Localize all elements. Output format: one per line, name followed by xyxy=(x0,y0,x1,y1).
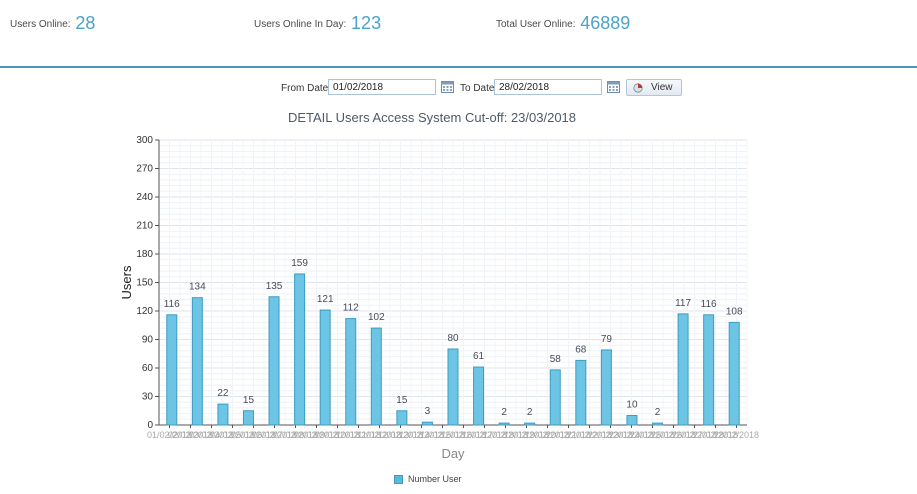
bar-value-label: 121 xyxy=(317,294,334,305)
calendar-icon[interactable] xyxy=(441,81,454,93)
users-online-day-label: Users Online In Day: xyxy=(254,19,347,30)
bar xyxy=(242,410,254,426)
calendar-icon[interactable] xyxy=(607,81,620,93)
bar xyxy=(191,297,203,426)
bar xyxy=(728,321,740,426)
bar-value-label: 159 xyxy=(291,258,308,269)
bar xyxy=(498,422,510,426)
date-filter-bar: From Date To Date View xyxy=(0,78,917,98)
bar xyxy=(217,403,229,426)
bar-value-label: 102 xyxy=(368,312,385,323)
bar-value-label: 15 xyxy=(396,395,408,406)
chart-legend[interactable]: Number User xyxy=(394,474,462,484)
bar xyxy=(396,410,408,426)
y-tick-label: 150 xyxy=(136,278,153,289)
total-user-online-value: 46889 xyxy=(580,13,631,33)
bar xyxy=(294,273,306,426)
y-tick-label: 60 xyxy=(142,363,154,374)
bar xyxy=(268,296,280,426)
users-online-label: Users Online: xyxy=(10,19,71,30)
bar-value-label: 135 xyxy=(266,281,283,292)
header-divider xyxy=(0,66,917,68)
y-tick-label: 270 xyxy=(136,164,153,175)
bar-value-label: 134 xyxy=(189,282,206,293)
view-button[interactable]: View xyxy=(626,79,682,96)
bar xyxy=(473,366,485,426)
bar xyxy=(345,318,357,426)
x-tick-label: 28/02/2018 xyxy=(714,430,759,440)
chart-pie-icon xyxy=(633,82,643,93)
y-axis-title: Users xyxy=(119,265,134,299)
to-date-input[interactable] xyxy=(494,79,602,95)
chart-title: DETAIL Users Access System Cut-off: 23/0… xyxy=(287,110,577,125)
bar-value-label: 108 xyxy=(726,306,743,317)
bar xyxy=(319,309,331,426)
users-online-day-value: 123 xyxy=(351,13,382,33)
bar-value-label: 117 xyxy=(675,298,691,309)
to-date-label: To Date xyxy=(460,83,495,94)
bar-value-label: 68 xyxy=(575,344,587,355)
y-tick-label: 210 xyxy=(136,221,153,232)
users-online-day-stat: Users Online In Day: 123 xyxy=(254,13,381,34)
bar-value-label: 116 xyxy=(701,299,717,310)
y-tick-label: 30 xyxy=(142,392,154,403)
total-user-online-stat: Total User Online: 46889 xyxy=(496,13,630,34)
legend-label: Number User xyxy=(408,474,462,484)
y-tick-label: 240 xyxy=(136,192,153,203)
users-online-stat: Users Online: 28 xyxy=(10,13,95,34)
bar xyxy=(703,314,715,426)
bar-value-label: 10 xyxy=(626,400,638,411)
bar-value-label: 2 xyxy=(527,407,533,418)
bar-value-label: 15 xyxy=(243,395,255,406)
bar xyxy=(166,314,178,426)
bar xyxy=(370,327,382,426)
users-online-value: 28 xyxy=(75,13,96,33)
x-axis-title: Day xyxy=(441,446,465,461)
bar xyxy=(524,422,536,426)
y-tick-label: 180 xyxy=(136,249,153,260)
y-tick-label: 120 xyxy=(136,306,153,317)
bar xyxy=(447,348,459,426)
y-tick-label: 300 xyxy=(136,135,153,146)
bar xyxy=(575,359,587,426)
from-date-label: From Date xyxy=(281,83,329,94)
bar-value-label: 112 xyxy=(343,303,359,314)
bar-value-label: 58 xyxy=(550,354,562,365)
stats-bar: Users Online: 28 Users Online In Day: 12… xyxy=(0,0,917,66)
bar xyxy=(652,422,664,426)
from-date-input[interactable] xyxy=(328,79,436,95)
bar-chart: 0306090120150180210240270300Users01/02/2… xyxy=(119,135,759,461)
total-user-online-label: Total User Online: xyxy=(496,19,576,30)
bar-value-label: 79 xyxy=(601,334,613,345)
bar-value-label: 116 xyxy=(164,299,180,310)
bar xyxy=(626,415,638,426)
bar-value-label: 22 xyxy=(217,388,229,399)
legend-swatch xyxy=(394,474,403,484)
bar-value-label: 3 xyxy=(425,406,431,417)
bar xyxy=(600,349,612,426)
bar xyxy=(677,313,689,426)
view-button-label: View xyxy=(651,82,673,93)
bar-value-label: 2 xyxy=(655,407,661,418)
bar-value-label: 80 xyxy=(447,333,459,344)
bar-value-label: 2 xyxy=(501,407,507,418)
y-tick-label: 90 xyxy=(142,335,154,346)
bar xyxy=(549,369,561,426)
bar xyxy=(421,421,433,426)
bar-value-label: 61 xyxy=(473,351,485,362)
